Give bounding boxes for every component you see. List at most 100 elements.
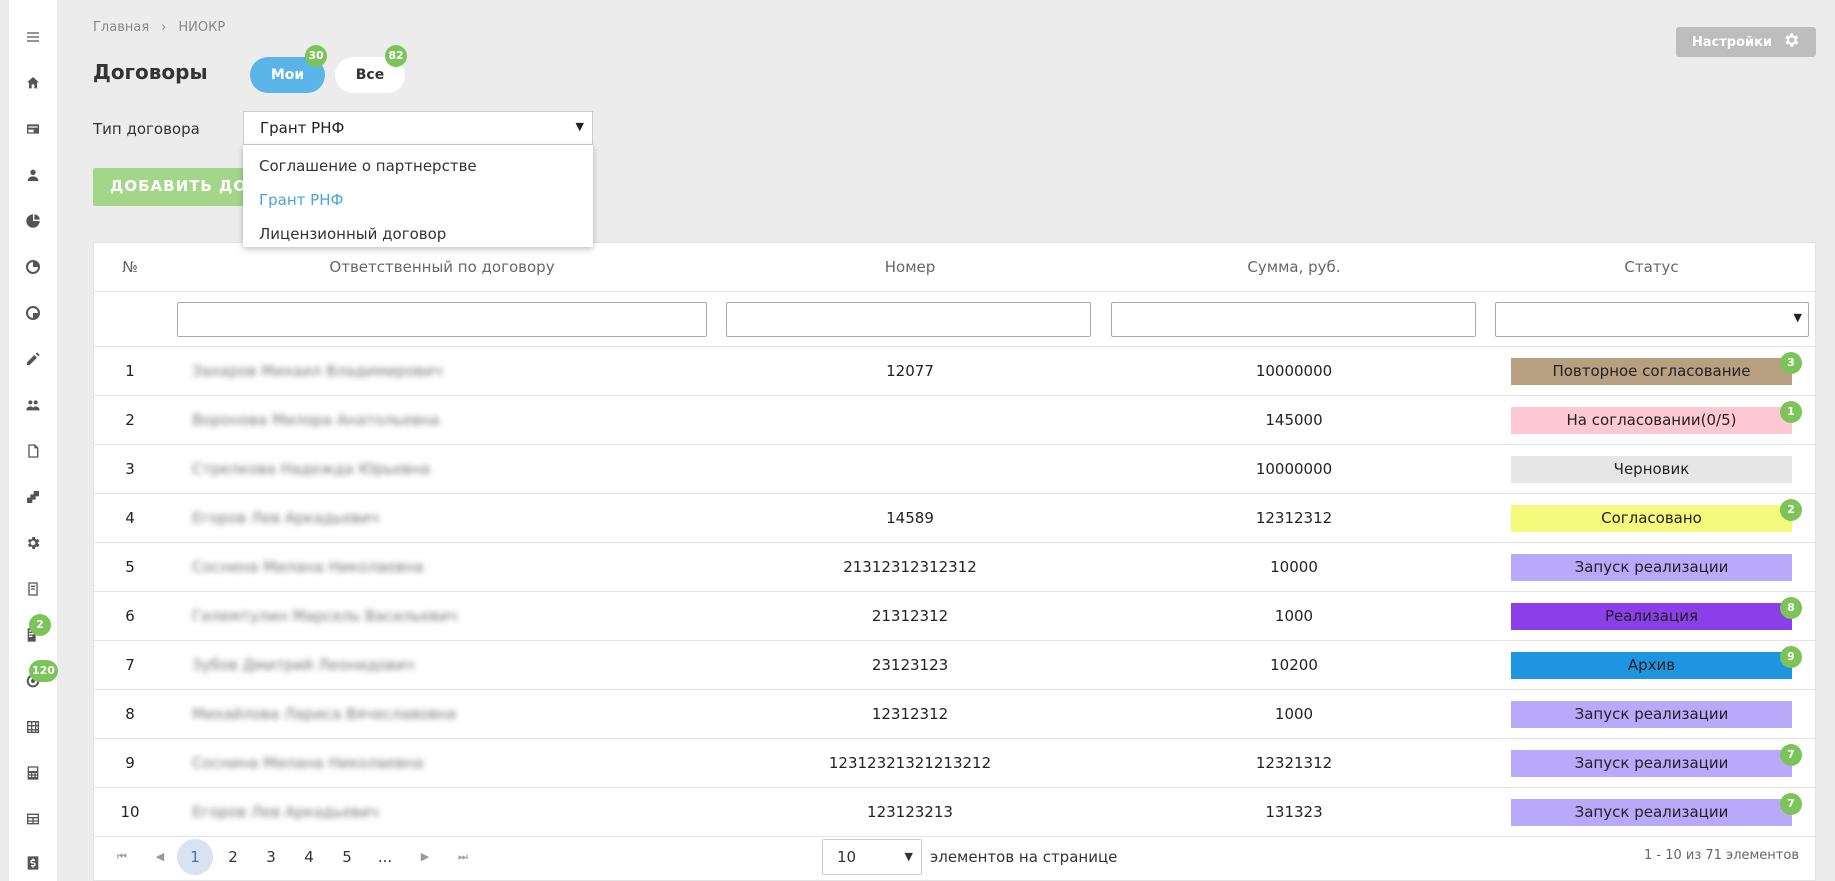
status-badge: Запуск реализации xyxy=(1511,554,1792,581)
filter-my-button[interactable]: Мои 30 xyxy=(250,45,327,93)
filter-my-label: Мои xyxy=(270,67,305,83)
next-page-icon[interactable]: ▶ xyxy=(407,839,443,875)
column-header-number[interactable]: Номер xyxy=(718,243,1102,292)
cell-number xyxy=(718,445,1102,494)
breadcrumb-current[interactable]: НИОКР xyxy=(178,20,225,35)
cell-num: 5 xyxy=(125,558,135,576)
status-count-badge: 1 xyxy=(1780,401,1802,423)
contract-type-dropdown: Соглашение о партнерстве Грант РНФ Лицен… xyxy=(243,145,593,247)
contract-type-select[interactable]: Грант РНФ ▼ xyxy=(243,111,593,145)
cell-number: 12312312 xyxy=(871,705,949,723)
cell-sum: 10000 xyxy=(1270,558,1318,576)
cell-responsible: Стрелкова Надежда Юрьевна xyxy=(192,460,431,478)
per-page-select[interactable]: 10 ▼ xyxy=(822,839,922,875)
sum-filter-input[interactable] xyxy=(1111,302,1476,337)
column-header-num[interactable]: № xyxy=(94,243,166,292)
settings-label: Настройки xyxy=(1691,34,1773,50)
page-3[interactable]: 3 xyxy=(253,839,289,875)
contract-type-selected: Грант РНФ xyxy=(260,119,345,137)
prev-page-icon[interactable]: ◀ xyxy=(142,839,178,875)
table-row[interactable]: 5 Соснина Милана Николаевна 21312312312312… xyxy=(94,543,1815,592)
cell-num: 8 xyxy=(125,705,135,723)
caret-down-icon: ▼ xyxy=(904,850,913,863)
page-4[interactable]: 4 xyxy=(291,839,327,875)
table-row[interactable]: 1 Захаров Михаил Владимирович 12077 1000000… xyxy=(94,347,1815,396)
page-1[interactable]: 1 xyxy=(177,839,213,875)
sidebar-item-pie-chart[interactable] xyxy=(9,203,57,243)
sidebar-item-home[interactable] xyxy=(9,65,57,105)
cell-number: 12077 xyxy=(886,362,934,380)
table-row[interactable]: 4 Егоров Лев Аркадьевич 14589 12312312 Согла… xyxy=(94,494,1815,543)
page-ellipsis[interactable]: ... xyxy=(367,839,403,875)
table-row[interactable]: 10 Егоров Лев Аркадьевич 123123213 131323 За… xyxy=(94,788,1815,837)
pagination: ⏮ ◀ 1 2 3 4 5... ▶ ⏭ 10 ▼ элементов на стран… xyxy=(94,835,1815,880)
caret-down-icon: ▼ xyxy=(575,120,584,133)
document-icon xyxy=(25,443,41,463)
cell-number: 21312312 xyxy=(871,607,949,625)
cell-sum: 12312312 xyxy=(1255,509,1333,527)
status-badge: Реализация xyxy=(1511,603,1792,630)
page-2[interactable]: 2 xyxy=(215,839,251,875)
cell-responsible: Егоров Лев Аркадьевич xyxy=(192,509,379,527)
sidebar-item-chart-alt[interactable] xyxy=(9,295,57,335)
cell-number xyxy=(718,396,1102,445)
pie-chart-icon xyxy=(25,213,41,233)
cell-responsible: Соснина Милана Николаевна xyxy=(192,754,424,772)
sidebar-item-chart[interactable] xyxy=(9,249,57,289)
cell-num: 6 xyxy=(125,607,135,625)
sidebar-item-calculator[interactable] xyxy=(9,755,57,795)
cell-number: 12312321321213212 xyxy=(828,754,992,772)
sidebar-item-card[interactable] xyxy=(9,111,57,151)
filter-row: ▼ xyxy=(94,292,1815,347)
dropdown-option-partnership[interactable]: Соглашение о партнерстве xyxy=(243,149,593,183)
column-header-status[interactable]: Статус xyxy=(1486,243,1817,292)
first-page-icon[interactable]: ⏮ xyxy=(104,839,140,875)
page-5[interactable]: 5 xyxy=(329,839,365,875)
sidebar-item-document[interactable] xyxy=(9,433,57,473)
column-header-sum[interactable]: Сумма, руб. xyxy=(1102,243,1486,292)
sidebar-item-puzzle[interactable] xyxy=(9,479,57,519)
dropdown-option-rnf-grant[interactable]: Грант РНФ xyxy=(243,183,593,217)
contract-type-label: Тип договора xyxy=(93,120,200,138)
sidebar-item-grid[interactable] xyxy=(9,709,57,749)
filter-all-button[interactable]: Все 82 xyxy=(335,45,407,93)
table-row[interactable]: 2 Воронова Милора Анатольевна 145000 На сог… xyxy=(94,396,1815,445)
sidebar-item-dollar[interactable] xyxy=(9,845,57,881)
cell-sum: 131323 xyxy=(1265,803,1323,821)
cell-sum: 10000000 xyxy=(1255,362,1333,380)
card-icon xyxy=(25,121,41,141)
status-badge: Запуск реализации xyxy=(1511,701,1792,728)
table-row[interactable]: 7 Зубов Дмитрий Леонидович 23123123 10200 Ар… xyxy=(94,641,1815,690)
sidebar-item-gear[interactable] xyxy=(9,525,57,565)
per-page-label: элементов на странице xyxy=(930,848,1118,866)
sidebar-item-edit[interactable] xyxy=(9,341,57,381)
table-row[interactable]: 6 Гилемтулин Марсель Васильевич 21312312 10… xyxy=(94,592,1815,641)
cell-responsible: Гилемтулин Марсель Васильевич xyxy=(192,607,458,625)
cell-sum: 10000000 xyxy=(1255,460,1333,478)
sidebar-item-user[interactable] xyxy=(9,157,57,197)
breadcrumb: Главная › НИОКР xyxy=(93,20,225,35)
status-filter-select[interactable]: ▼ xyxy=(1495,302,1809,337)
breadcrumb-home[interactable]: Главная xyxy=(93,20,149,35)
dropdown-option-license[interactable]: Лицензионный договор xyxy=(243,217,593,251)
responsible-filter-input[interactable] xyxy=(177,302,707,337)
user-icon xyxy=(25,167,41,187)
settings-button[interactable]: Настройки xyxy=(1676,27,1816,57)
status-badge: На согласовании(0/5) xyxy=(1511,407,1792,434)
sidebar-item-menu[interactable] xyxy=(9,19,57,59)
gear-icon xyxy=(1782,31,1800,53)
table-row[interactable]: 8 Михайлова Лариса Вячеславовна 12312312 10… xyxy=(94,690,1815,739)
last-page-icon[interactable]: ⏭ xyxy=(445,839,481,875)
grid-icon xyxy=(25,719,41,739)
page-title: Договоры xyxy=(93,60,208,84)
sidebar-item-book[interactable] xyxy=(9,571,57,611)
status-count-badge: 7 xyxy=(1780,793,1802,815)
table-row[interactable]: 3 Стрелкова Надежда Юрьевна 10000000 Чернов… xyxy=(94,445,1815,494)
cell-num: 1 xyxy=(125,362,135,380)
cell-sum: 12321312 xyxy=(1255,754,1333,772)
contracts-table: № Ответственный по договору Номер Сумма,… xyxy=(93,242,1816,881)
table-row[interactable]: 9 Соснина Милана Николаевна 12312321321213… xyxy=(94,739,1815,788)
sidebar-item-table[interactable] xyxy=(9,801,57,841)
number-filter-input[interactable] xyxy=(726,302,1091,337)
sidebar-item-users[interactable] xyxy=(9,387,57,427)
